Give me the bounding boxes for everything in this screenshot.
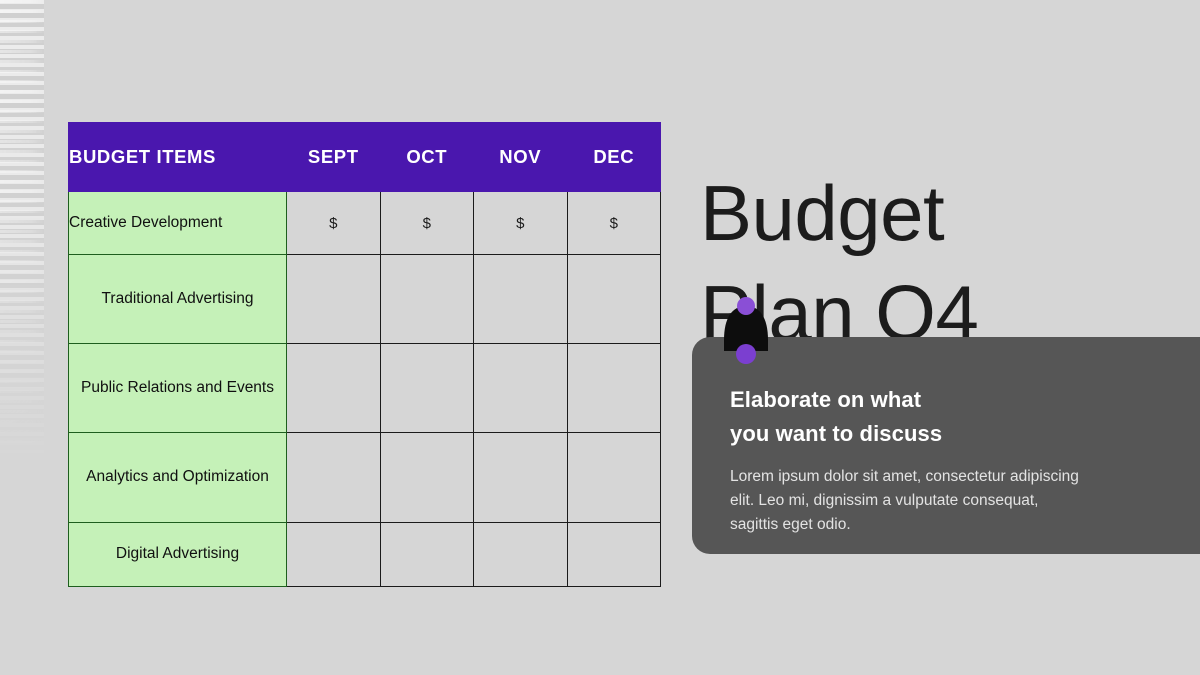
cell-public-relations-oct[interactable]: [379, 343, 474, 433]
cell-analytics-nov[interactable]: [473, 432, 568, 523]
row-label-creative-development: Creative Development: [68, 191, 287, 255]
column-header-budget-items: BUDGET ITEMS: [68, 122, 287, 192]
row-label-analytics-and-optimization: Analytics and Optimization: [68, 432, 287, 523]
column-header-sept: SEPT: [286, 122, 381, 192]
cell-analytics-dec[interactable]: [566, 432, 661, 523]
bell-clapper-dot: [736, 344, 756, 364]
cell-public-relations-sept[interactable]: [286, 343, 381, 433]
cell-analytics-oct[interactable]: [379, 432, 474, 523]
cell-digital-advertising-oct[interactable]: [379, 522, 474, 587]
cell-public-relations-dec[interactable]: [566, 343, 661, 433]
note-card-heading: Elaborate on what you want to discuss: [730, 387, 943, 447]
cell-analytics-sept[interactable]: [286, 432, 381, 523]
cell-creative-development-sept[interactable]: $: [286, 191, 381, 255]
column-header-dec: DEC: [566, 122, 661, 192]
cell-digital-advertising-nov[interactable]: [473, 522, 568, 587]
bell-icon: [710, 296, 782, 368]
note-card: Elaborate on what you want to discuss Lo…: [692, 337, 1200, 554]
table-header-row: BUDGET ITEMS SEPT OCT NOV DEC: [68, 122, 661, 192]
table-row: Public Relations and Events: [68, 343, 661, 433]
budget-table: BUDGET ITEMS SEPT OCT NOV DEC Creative D…: [68, 122, 661, 587]
cell-digital-advertising-sept[interactable]: [286, 522, 381, 587]
bell-top-dot: [737, 297, 755, 315]
stripe-texture-decoration: [0, 0, 44, 470]
cell-public-relations-nov[interactable]: [473, 343, 568, 433]
table-body: Creative Development $ $ $ $ Traditional…: [68, 191, 661, 587]
cell-creative-development-nov[interactable]: $: [473, 191, 568, 255]
column-header-nov: NOV: [473, 122, 568, 192]
cell-traditional-advertising-oct[interactable]: [379, 254, 474, 344]
table-row: Creative Development $ $ $ $: [68, 191, 661, 255]
cell-digital-advertising-dec[interactable]: [566, 522, 661, 587]
table-row: Traditional Advertising: [68, 254, 661, 344]
cell-traditional-advertising-dec[interactable]: [566, 254, 661, 344]
row-label-digital-advertising: Digital Advertising: [68, 522, 287, 587]
cell-creative-development-oct[interactable]: $: [379, 191, 474, 255]
table-header: BUDGET ITEMS SEPT OCT NOV DEC: [68, 122, 661, 192]
cell-traditional-advertising-nov[interactable]: [473, 254, 568, 344]
note-card-body: Lorem ipsum dolor sit amet, consectetur …: [730, 468, 1079, 533]
table-row: Digital Advertising: [68, 522, 661, 587]
row-label-public-relations-and-events: Public Relations and Events: [68, 343, 287, 433]
cell-traditional-advertising-sept[interactable]: [286, 254, 381, 344]
row-label-traditional-advertising: Traditional Advertising: [68, 254, 287, 344]
cell-creative-development-dec[interactable]: $: [566, 191, 661, 255]
table-row: Analytics and Optimization: [68, 432, 661, 523]
column-header-oct: OCT: [379, 122, 474, 192]
